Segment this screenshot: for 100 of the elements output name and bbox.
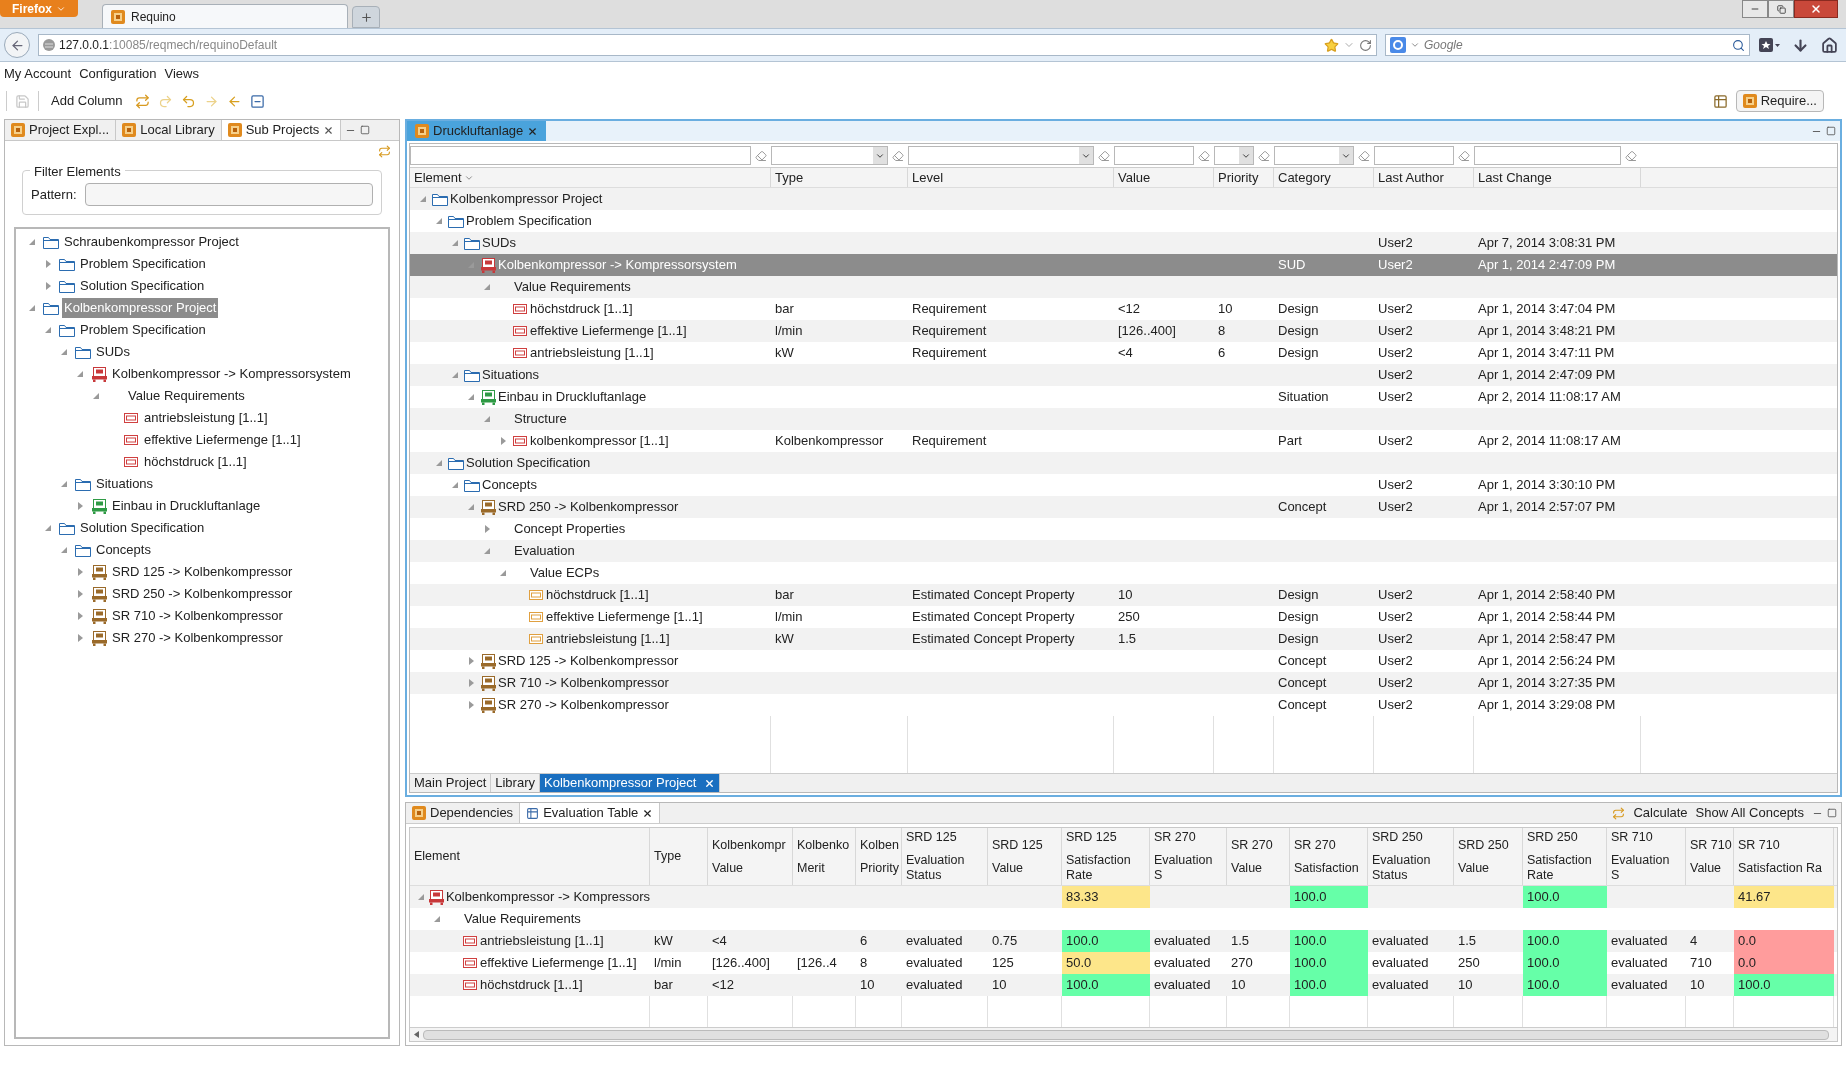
filter-dropdown[interactable]	[1214, 146, 1254, 165]
menu-item[interactable]: My Account	[4, 64, 72, 84]
expanded-arrow-icon[interactable]	[468, 394, 474, 400]
collapsed-arrow-icon[interactable]	[45, 260, 51, 268]
filter-field[interactable]	[1374, 146, 1454, 165]
collapsed-arrow-icon[interactable]	[468, 679, 474, 687]
filter-field[interactable]	[1474, 146, 1621, 165]
column-header[interactable]: Type	[771, 168, 908, 187]
editor-tab[interactable]: Druckluftanlage	[407, 121, 547, 141]
column-header[interactable]: Level	[908, 168, 1114, 187]
search-field[interactable]: Google	[1385, 34, 1750, 56]
tree-item[interactable]: Schraubenkompressor Project	[62, 232, 241, 252]
column-header[interactable]: SRD 250 Value	[1454, 828, 1523, 885]
horizontal-scrollbar[interactable]	[410, 1027, 1837, 1041]
clear-filter-icon[interactable]	[1098, 149, 1110, 162]
expanded-arrow-icon[interactable]	[484, 284, 490, 290]
column-header[interactable]: SR 710 Value	[1686, 828, 1734, 885]
column-header[interactable]: SR 270 Evaluation S	[1150, 828, 1227, 885]
download-icon[interactable]	[1792, 36, 1809, 54]
column-header[interactable]: Kolbenko Merit	[793, 828, 856, 885]
collapsed-arrow-icon[interactable]	[468, 701, 474, 709]
table-row[interactable]: effektive Liefermenge [1..1] l/min Requirement [126..400] 8 Design User2 Apr 1, 2014 3:48:21 PM	[410, 320, 1837, 342]
collapsed-arrow-icon[interactable]	[77, 634, 83, 642]
add-column-button[interactable]: Add Column	[47, 91, 127, 111]
scroll-left-icon[interactable]	[414, 1031, 419, 1038]
menu-item[interactable]: Views	[164, 64, 199, 84]
collapsed-arrow-icon[interactable]	[77, 590, 83, 598]
tree-item[interactable]: Problem Specification	[78, 254, 208, 274]
expanded-arrow-icon[interactable]	[436, 218, 442, 224]
column-header[interactable]: SRD 125 Value	[988, 828, 1062, 885]
expanded-arrow-icon[interactable]	[436, 460, 442, 466]
tree-item[interactable]: höchstdruck [1..1]	[142, 452, 249, 472]
collapsed-arrow-icon[interactable]	[468, 657, 474, 665]
column-header[interactable]: Last Author	[1374, 168, 1474, 187]
expanded-arrow-icon[interactable]	[77, 371, 83, 377]
column-header[interactable]: Category	[1274, 168, 1374, 187]
expanded-arrow-icon[interactable]	[61, 547, 67, 553]
clear-filter-icon[interactable]	[1458, 149, 1470, 162]
home-icon[interactable]	[1821, 36, 1838, 54]
new-tab-button[interactable]	[352, 6, 380, 28]
column-header[interactable]: SR 710 Evaluation S	[1607, 828, 1686, 885]
table-row[interactable]: Structure	[410, 408, 1837, 430]
collapsed-arrow-icon[interactable]	[484, 525, 490, 533]
column-header[interactable]: Value	[1114, 168, 1214, 187]
browser-tab[interactable]: Requino	[102, 4, 348, 28]
project-tab[interactable]: Main Project	[410, 774, 492, 792]
tree-item[interactable]: Concepts	[94, 540, 153, 560]
table-row[interactable]: SR 710 -> Kolbenkompressor Concept User2 Apr 1, 2014 3:27:35 PM	[410, 672, 1837, 694]
collapsed-arrow-icon[interactable]	[77, 502, 83, 510]
refresh-icon[interactable]	[134, 93, 150, 109]
collapsed-arrow-icon[interactable]	[77, 568, 83, 576]
expanded-arrow-icon[interactable]	[61, 349, 67, 355]
column-header[interactable]: Priority	[1214, 168, 1274, 187]
expanded-arrow-icon[interactable]	[417, 894, 424, 900]
tree-item[interactable]: SR 270 -> Kolbenkompressor	[110, 628, 285, 648]
undo-icon[interactable]	[180, 93, 196, 109]
action-button[interactable]: Show All Concepts	[1691, 803, 1808, 823]
tree-item[interactable]: SUDs	[94, 342, 132, 362]
forward-icon[interactable]	[203, 93, 219, 109]
column-header[interactable]: Kolben Priority	[856, 828, 902, 885]
column-header[interactable]: SRD 125 Evaluation Status	[902, 828, 988, 885]
clear-filter-icon[interactable]	[1625, 149, 1637, 162]
collapsed-arrow-icon[interactable]	[500, 437, 506, 445]
close-icon[interactable]	[642, 807, 654, 819]
tree-item[interactable]: Solution Specification	[78, 518, 207, 538]
tree-item[interactable]: SRD 250 -> Kolbenkompressor	[110, 584, 295, 604]
save-icon[interactable]	[15, 93, 30, 109]
expanded-arrow-icon[interactable]	[45, 327, 51, 333]
maximize-icon[interactable]	[1827, 808, 1837, 818]
filter-dropdown[interactable]	[1274, 146, 1354, 165]
column-header[interactable]: Kolbenkompr Value	[708, 828, 793, 885]
column-header[interactable]: SR 270 Value	[1227, 828, 1290, 885]
tree-item[interactable]: SRD 125 -> Kolbenkompressor	[110, 562, 295, 582]
close-icon[interactable]	[323, 124, 335, 136]
minimize-window-button[interactable]	[1742, 0, 1768, 18]
tree-item[interactable]: effektive Liefermenge [1..1]	[142, 430, 303, 450]
expanded-arrow-icon[interactable]	[468, 504, 474, 510]
table-row[interactable]: Kolbenkompressor Project	[410, 188, 1837, 210]
column-header[interactable]: Element	[410, 168, 771, 187]
close-window-button[interactable]	[1794, 0, 1838, 18]
expanded-arrow-icon[interactable]	[452, 372, 458, 378]
collapsed-arrow-icon[interactable]	[45, 282, 51, 290]
clear-filter-icon[interactable]	[1358, 149, 1370, 162]
menu-item[interactable]: Configuration	[79, 64, 157, 84]
close-icon[interactable]	[527, 125, 539, 137]
expanded-arrow-icon[interactable]	[29, 305, 35, 311]
table-row[interactable]: Value Requirements	[410, 276, 1837, 298]
panel-tab[interactable]: Sub Projects	[221, 120, 342, 140]
column-header[interactable]: SRD 250 Evaluation Status	[1368, 828, 1454, 885]
tree-item[interactable]: SR 710 -> Kolbenkompressor	[110, 606, 285, 626]
column-header[interactable]: Last Change	[1474, 168, 1641, 187]
expanded-arrow-icon[interactable]	[93, 393, 99, 399]
filter-field[interactable]	[410, 146, 751, 165]
filter-dropdown[interactable]	[771, 146, 888, 165]
table-row[interactable]: SUDs User2 Apr 7, 2014 3:08:31 PM	[410, 232, 1837, 254]
tree-item[interactable]: Situations	[94, 474, 156, 494]
back-button[interactable]	[4, 32, 30, 58]
search-icon[interactable]	[1732, 38, 1745, 52]
pattern-field[interactable]	[84, 183, 373, 206]
table-row[interactable]: Evaluation	[410, 540, 1837, 562]
